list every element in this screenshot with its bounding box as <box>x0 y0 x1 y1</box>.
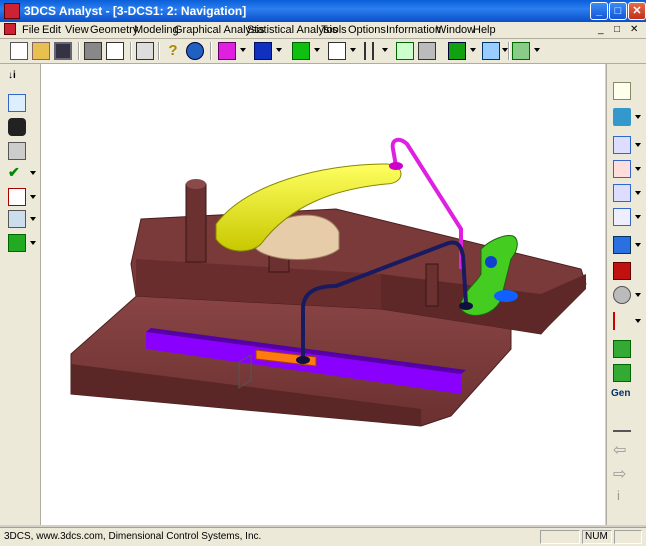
window-title: 3DCS Analyst - [3-DCS1: 2: Navigation] <box>24 4 247 18</box>
network-icon[interactable] <box>396 42 414 60</box>
grid-icon[interactable] <box>613 208 631 226</box>
menu-view[interactable]: View <box>65 24 89 36</box>
print-preview-icon[interactable] <box>106 42 124 60</box>
eye-icon[interactable] <box>613 82 631 100</box>
menu-geometry[interactable]: Geometry <box>90 24 138 36</box>
status-panel-blank-2 <box>614 530 642 544</box>
app-icon[interactable] <box>4 3 20 19</box>
num-lock-indicator: NUM <box>582 530 612 544</box>
parallel-icon[interactable] <box>364 42 374 60</box>
gen-button[interactable]: Gen <box>611 388 637 406</box>
mdi-close-button[interactable]: ✕ <box>630 24 638 35</box>
feature-icon[interactable] <box>613 136 631 154</box>
menu-bar: File Edit View Geometry Modeling Graphic… <box>0 22 646 39</box>
menu-edit[interactable]: Edit <box>42 24 61 36</box>
status-bar: 3DCS, www.3dcs.com, Dimensional Control … <box>0 527 646 546</box>
help-icon[interactable]: ? <box>164 42 182 60</box>
tools-icon[interactable] <box>8 142 26 160</box>
red-blocks-icon[interactable] <box>613 262 631 280</box>
post-left <box>185 183 207 263</box>
mdi-minimize-button[interactable]: _ <box>598 24 604 35</box>
model-view <box>70 137 587 427</box>
cube-green-icon[interactable] <box>292 42 310 60</box>
move-icon[interactable] <box>482 42 500 60</box>
arrow-right-icon[interactable]: ⇨ <box>613 464 631 483</box>
house-icon[interactable] <box>613 340 631 358</box>
copy-icon[interactable] <box>136 42 154 60</box>
post-right <box>425 263 439 307</box>
house-up-icon[interactable] <box>613 364 631 382</box>
excel-icon[interactable] <box>8 234 26 252</box>
point-icon[interactable] <box>613 108 631 126</box>
document-icon[interactable] <box>4 23 16 35</box>
doc-icon[interactable] <box>8 94 26 112</box>
title-bar: 3DCS Analyst - [3-DCS1: 2: Navigation] _… <box>0 0 646 22</box>
close-button[interactable]: ✕ <box>628 2 646 20</box>
merge-icon[interactable] <box>418 42 436 60</box>
mdi-restore-button[interactable]: □ <box>614 24 620 35</box>
cube-blue-icon[interactable] <box>254 42 272 60</box>
info-small-icon[interactable]: i <box>617 488 635 506</box>
menu-information[interactable]: Information <box>386 24 441 36</box>
print-icon[interactable] <box>84 42 102 60</box>
left-toolbar: ↓i ✔ <box>0 64 41 525</box>
main-toolbar: ? <box>0 39 646 64</box>
menu-help[interactable]: Help <box>473 24 496 36</box>
menu-modeling[interactable]: Modeling <box>134 24 179 36</box>
lattice-icon[interactable] <box>512 42 530 60</box>
binoculars-icon[interactable] <box>8 118 26 136</box>
move-point-icon[interactable] <box>613 160 631 178</box>
menu-file[interactable]: File <box>22 24 40 36</box>
cube-assembly-icon[interactable] <box>448 42 466 60</box>
sphere-icon[interactable] <box>613 286 631 304</box>
log-lib-icon[interactable] <box>8 188 26 206</box>
right-toolbar: Gen ⇦ ⇨ i <box>606 64 646 525</box>
arrow-left-icon[interactable]: ⇦ <box>613 440 631 459</box>
graphics-viewport[interactable] <box>41 64 605 525</box>
save-icon[interactable] <box>54 42 72 60</box>
menu-window[interactable]: Window <box>436 24 475 36</box>
target-icon[interactable] <box>613 184 631 202</box>
cube-icon[interactable] <box>613 236 631 254</box>
menu-tools[interactable]: Tools <box>321 24 347 36</box>
minimize-button[interactable]: _ <box>590 2 608 20</box>
menu-options[interactable]: Options <box>348 24 386 36</box>
axis-icon[interactable] <box>613 312 623 330</box>
balance-icon[interactable] <box>613 414 631 432</box>
open-icon[interactable] <box>32 42 50 60</box>
log-icon[interactable] <box>8 210 26 228</box>
new-icon[interactable] <box>10 42 28 60</box>
status-panel-blank <box>540 530 580 544</box>
checkmark-icon[interactable]: ✔ <box>8 164 26 182</box>
info-icon[interactable]: ↓i <box>8 70 26 88</box>
cube-wire-icon[interactable] <box>328 42 346 60</box>
status-text: 3DCS, www.3dcs.com, Dimensional Control … <box>4 531 262 542</box>
about-icon[interactable] <box>186 42 204 60</box>
maximize-button[interactable]: □ <box>609 2 627 20</box>
cube-magenta-icon[interactable] <box>218 42 236 60</box>
